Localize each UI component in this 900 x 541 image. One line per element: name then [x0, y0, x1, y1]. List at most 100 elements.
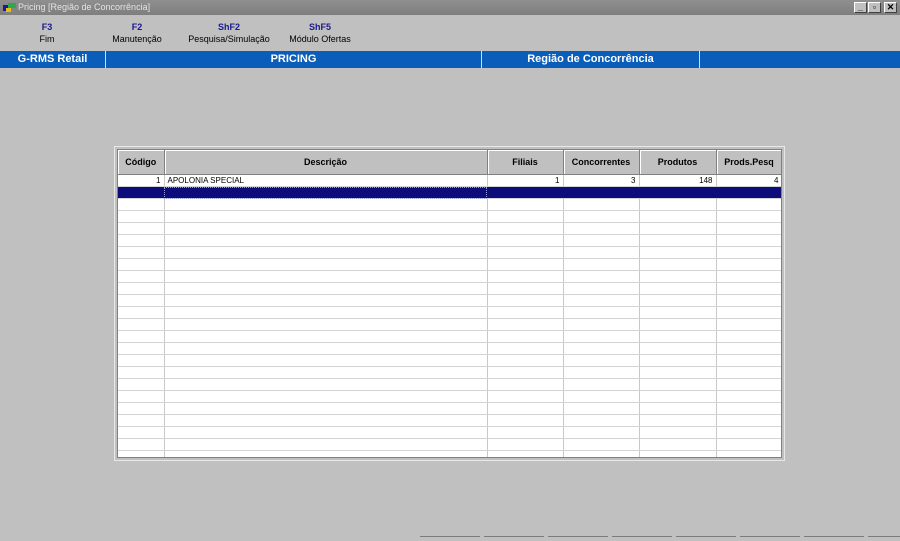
cell-prods-pesq[interactable] [716, 402, 781, 415]
cell-prods-pesq[interactable] [716, 378, 781, 391]
cell-prods-pesq[interactable] [716, 450, 781, 457]
cell-concorrentes[interactable]: 3 [563, 174, 640, 187]
empty-row[interactable] [118, 306, 781, 319]
cell-concorrentes[interactable] [563, 294, 640, 307]
cell-codigo[interactable] [118, 186, 165, 199]
empty-row[interactable] [118, 426, 781, 439]
cell-codigo[interactable] [118, 210, 165, 223]
cell-codigo[interactable] [118, 258, 165, 271]
cell-descricao[interactable] [164, 294, 488, 307]
column-header-prods-pesq[interactable]: Prods.Pesq [716, 150, 781, 175]
cell-descricao[interactable] [164, 186, 488, 199]
cell-descricao[interactable] [164, 246, 488, 259]
cell-produtos[interactable] [639, 354, 717, 367]
cell-concorrentes[interactable] [563, 270, 640, 283]
empty-row[interactable] [118, 258, 781, 271]
cell-codigo[interactable] [118, 306, 165, 319]
cell-descricao[interactable] [164, 234, 488, 247]
cell-concorrentes[interactable] [563, 222, 640, 235]
cell-produtos[interactable] [639, 390, 717, 403]
cell-codigo[interactable] [118, 222, 165, 235]
cell-filiais[interactable] [487, 378, 564, 391]
cell-descricao[interactable] [164, 318, 488, 331]
cell-prods-pesq[interactable] [716, 342, 781, 355]
cell-filiais[interactable] [487, 294, 564, 307]
empty-row[interactable] [118, 234, 781, 247]
empty-row[interactable] [118, 294, 781, 307]
cell-prods-pesq[interactable] [716, 234, 781, 247]
cell-filiais[interactable] [487, 198, 564, 211]
cell-filiais[interactable] [487, 210, 564, 223]
cell-filiais[interactable] [487, 402, 564, 415]
cell-concorrentes[interactable] [563, 342, 640, 355]
cell-concorrentes[interactable] [563, 378, 640, 391]
cell-codigo[interactable] [118, 414, 165, 427]
cell-descricao[interactable] [164, 366, 488, 379]
empty-row[interactable] [118, 390, 781, 403]
cell-produtos[interactable] [639, 414, 717, 427]
column-header-produtos[interactable]: Produtos [639, 150, 717, 175]
cell-descricao[interactable] [164, 402, 488, 415]
empty-row[interactable] [118, 330, 781, 343]
cell-descricao[interactable] [164, 282, 488, 295]
cell-codigo[interactable] [118, 366, 165, 379]
empty-row[interactable] [118, 318, 781, 331]
cell-prods-pesq[interactable] [716, 294, 781, 307]
cell-produtos[interactable] [639, 402, 717, 415]
cell-descricao[interactable] [164, 354, 488, 367]
cell-descricao[interactable] [164, 306, 488, 319]
cell-descricao[interactable] [164, 390, 488, 403]
cell-concorrentes[interactable] [563, 330, 640, 343]
cell-filiais[interactable] [487, 222, 564, 235]
cell-filiais[interactable] [487, 342, 564, 355]
cell-concorrentes[interactable] [563, 198, 640, 211]
cell-codigo[interactable] [118, 270, 165, 283]
cell-produtos[interactable] [639, 258, 717, 271]
cell-codigo[interactable] [118, 378, 165, 391]
cell-prods-pesq[interactable] [716, 186, 781, 199]
cell-prods-pesq[interactable] [716, 354, 781, 367]
cell-produtos[interactable] [639, 318, 717, 331]
cell-descricao[interactable] [164, 426, 488, 439]
cell-filiais[interactable] [487, 330, 564, 343]
empty-row[interactable] [118, 210, 781, 223]
cell-produtos[interactable] [639, 426, 717, 439]
empty-row[interactable] [118, 414, 781, 427]
cell-prods-pesq[interactable] [716, 282, 781, 295]
cell-prods-pesq[interactable] [716, 366, 781, 379]
cell-prods-pesq[interactable] [716, 330, 781, 343]
empty-row[interactable] [118, 450, 781, 457]
toolbar-modulo-ofertas-button[interactable]: ShF5 Módulo Ofertas [284, 22, 356, 44]
cell-codigo[interactable] [118, 354, 165, 367]
cell-prods-pesq[interactable] [716, 438, 781, 451]
cell-concorrentes[interactable] [563, 354, 640, 367]
cell-concorrentes[interactable] [563, 234, 640, 247]
cell-descricao[interactable] [164, 258, 488, 271]
cell-filiais[interactable] [487, 186, 564, 199]
column-header-descricao[interactable]: Descrição [164, 150, 488, 175]
cell-prods-pesq[interactable] [716, 246, 781, 259]
cell-codigo[interactable] [118, 390, 165, 403]
cell-produtos[interactable] [639, 234, 717, 247]
cell-prods-pesq[interactable] [716, 414, 781, 427]
empty-row[interactable] [118, 282, 781, 295]
cell-prods-pesq[interactable] [716, 318, 781, 331]
empty-row[interactable] [118, 246, 781, 259]
cell-produtos[interactable] [639, 330, 717, 343]
toolbar-fim-button[interactable]: F3 Fim [30, 22, 64, 44]
empty-row[interactable] [118, 438, 781, 451]
cell-codigo[interactable] [118, 450, 165, 457]
cell-codigo[interactable] [118, 318, 165, 331]
cell-produtos[interactable] [639, 210, 717, 223]
empty-row[interactable] [118, 402, 781, 415]
cell-filiais[interactable] [487, 258, 564, 271]
cell-filiais[interactable] [487, 438, 564, 451]
cell-concorrentes[interactable] [563, 246, 640, 259]
empty-row[interactable] [118, 342, 781, 355]
toolbar-manutencao-button[interactable]: F2 Manutenção [108, 22, 166, 44]
cell-produtos[interactable] [639, 270, 717, 283]
cell-filiais[interactable] [487, 234, 564, 247]
cell-descricao[interactable] [164, 210, 488, 223]
cell-codigo[interactable] [118, 342, 165, 355]
minimize-button[interactable]: _ [854, 2, 867, 13]
